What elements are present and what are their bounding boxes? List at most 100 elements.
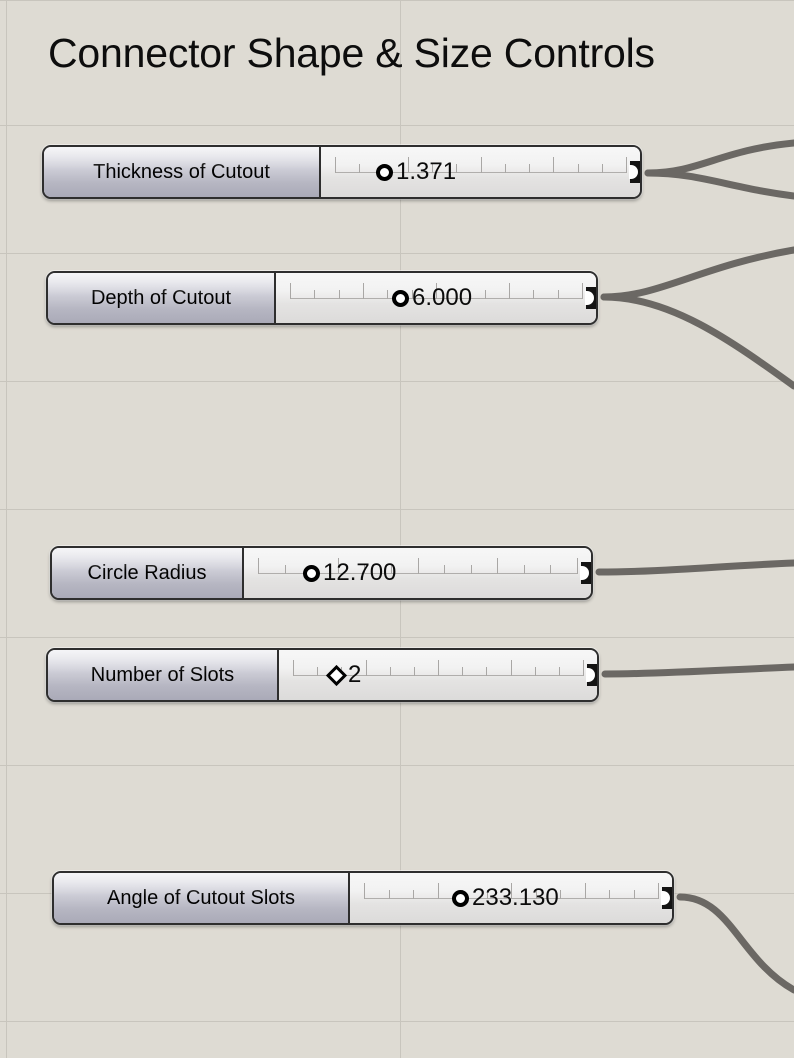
slider-tick xyxy=(509,283,510,299)
grasshopper-canvas[interactable]: Connector Shape & Size Controls Thicknes… xyxy=(0,0,794,1058)
slider-readout[interactable]: 1.371 xyxy=(376,160,456,184)
slider-tick xyxy=(363,283,364,299)
slider-tick xyxy=(387,290,389,299)
slider-tick xyxy=(529,164,530,173)
slider-readout[interactable]: 2 xyxy=(328,663,361,687)
diamond-grip-icon[interactable] xyxy=(328,667,345,684)
grid-line-horizontal xyxy=(0,1021,794,1022)
grid-line-horizontal xyxy=(0,125,794,126)
grid-line-vertical xyxy=(6,0,7,1058)
slider-tick xyxy=(533,290,535,299)
grid-line-horizontal xyxy=(0,381,794,382)
output-port-knob-icon xyxy=(585,287,596,309)
slider-tick xyxy=(290,283,291,299)
slider-tick xyxy=(577,558,578,574)
output-port-knob-icon xyxy=(580,562,591,584)
slider-tick xyxy=(413,890,414,899)
slider-tick xyxy=(658,883,659,899)
output-port-knob-icon xyxy=(586,664,597,686)
slider-value[interactable]: 1.371 xyxy=(396,160,456,184)
round-grip-icon[interactable] xyxy=(452,889,469,907)
slider-tick xyxy=(550,565,552,574)
slider-label[interactable]: Circle Radius xyxy=(52,548,244,598)
output-port[interactable] xyxy=(629,161,640,183)
number-slider-2[interactable]: Depth of Cutout 6.000 xyxy=(46,271,598,325)
slider-tick xyxy=(389,667,391,676)
slider-tick xyxy=(284,565,286,574)
output-port[interactable] xyxy=(586,664,597,686)
slider-tick xyxy=(510,660,512,676)
slider-label[interactable]: Angle of Cutout Slots xyxy=(54,873,350,923)
connection-wire xyxy=(644,169,794,200)
slider-value[interactable]: 6.000 xyxy=(412,286,472,310)
slider-label[interactable]: Number of Slots xyxy=(48,650,279,700)
slider-readout[interactable]: 233.130 xyxy=(452,886,559,910)
number-slider-1[interactable]: Thickness of Cutout 1.371 xyxy=(42,145,642,199)
slider-label[interactable]: Depth of Cutout xyxy=(48,273,276,323)
slider-value[interactable]: 2 xyxy=(348,663,361,687)
slider-track[interactable]: 2 xyxy=(279,650,597,700)
slider-tick xyxy=(462,667,464,676)
output-port[interactable] xyxy=(580,562,591,584)
slider-tick xyxy=(437,883,439,899)
slider-tick xyxy=(413,667,415,676)
slider-tick xyxy=(293,660,294,676)
connection-wire xyxy=(600,293,794,390)
slider-tick xyxy=(583,660,584,676)
slider-track[interactable]: 1.371 xyxy=(321,147,640,197)
slider-tick xyxy=(364,883,365,899)
slider-tick xyxy=(444,565,446,574)
slider-tick xyxy=(438,660,439,676)
slider-tick xyxy=(335,157,336,173)
round-grip-icon[interactable] xyxy=(392,289,409,307)
output-port[interactable] xyxy=(661,887,672,909)
slider-tick xyxy=(359,164,361,173)
number-slider-3[interactable]: Circle Radius 12.700 xyxy=(50,546,593,600)
slider-readout[interactable]: 12.700 xyxy=(303,561,396,585)
slider-tick xyxy=(484,290,486,299)
connection-wire xyxy=(601,663,794,678)
connection-wire xyxy=(600,246,794,301)
slider-tick xyxy=(534,667,536,676)
slider-tick xyxy=(317,667,319,676)
number-slider-5[interactable]: Angle of Cutout Slots 233.130 xyxy=(52,871,674,925)
slider-tick xyxy=(417,558,419,574)
slider-tick xyxy=(577,164,579,173)
slider-tick xyxy=(633,890,635,899)
output-port[interactable] xyxy=(585,287,596,309)
slider-tick xyxy=(557,290,559,299)
slider-tick xyxy=(456,164,458,173)
slider-tick xyxy=(365,660,367,676)
slider-readout[interactable]: 6.000 xyxy=(392,286,472,310)
slider-value[interactable]: 233.130 xyxy=(472,886,559,910)
connection-wire xyxy=(676,893,794,994)
grid-line-horizontal xyxy=(0,637,794,638)
number-slider-4[interactable]: Number of Slots 2 xyxy=(46,648,599,702)
slider-track[interactable]: 233.130 xyxy=(350,873,672,923)
slider-track[interactable]: 6.000 xyxy=(276,273,596,323)
slider-tick xyxy=(480,157,482,173)
slider-tick xyxy=(486,667,488,676)
slider-tick xyxy=(558,667,560,676)
slider-tick xyxy=(338,290,340,299)
slider-tick xyxy=(553,157,555,173)
slider-tick xyxy=(314,290,316,299)
round-grip-icon[interactable] xyxy=(303,564,320,582)
slider-tick xyxy=(626,157,627,173)
slider-value[interactable]: 12.700 xyxy=(323,561,396,585)
slider-tick xyxy=(497,558,499,574)
page-title: Connector Shape & Size Controls xyxy=(48,30,655,76)
slider-tick xyxy=(388,890,390,899)
slider-label[interactable]: Thickness of Cutout xyxy=(44,147,321,197)
round-grip-icon[interactable] xyxy=(376,163,393,181)
grid-line-horizontal xyxy=(0,0,794,1)
grid-line-horizontal xyxy=(0,509,794,510)
slider-tick xyxy=(584,883,586,899)
slider-tick xyxy=(560,890,561,899)
slider-tick xyxy=(523,565,525,574)
slider-track[interactable]: 12.700 xyxy=(244,548,591,598)
connection-wire xyxy=(595,559,794,576)
slider-tick xyxy=(504,164,506,173)
slider-tick xyxy=(609,890,610,899)
slider-tick xyxy=(582,283,583,299)
